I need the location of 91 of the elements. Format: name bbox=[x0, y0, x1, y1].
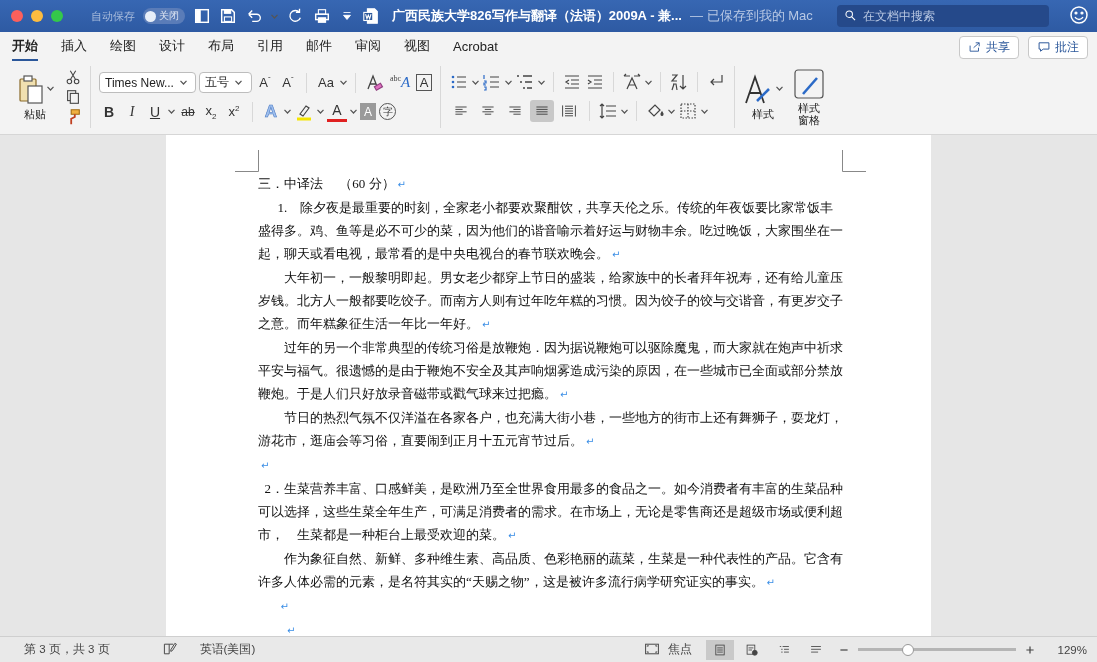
autosave-toggle[interactable]: 关闭 bbox=[143, 8, 185, 24]
search-icon[interactable] bbox=[844, 9, 857, 22]
zoom-percent[interactable]: 129% bbox=[1057, 643, 1087, 656]
paste-icon[interactable] bbox=[16, 72, 44, 105]
ribbon-tab[interactable]: 绘图 bbox=[110, 33, 136, 61]
focus-label[interactable]: 焦点 bbox=[667, 642, 692, 657]
change-case-button[interactable]: Aa bbox=[315, 72, 337, 93]
zoom-window-button[interactable] bbox=[51, 10, 63, 22]
paragraph: 过年的另一个非常典型的传统习俗是放鞭炮．因为据说鞭炮可以驱除魔鬼，而大家就在炮声中祈求平安与福气。很遗憾的是由于鞭炮不安全及其声响烟雾造成污染的原因，在一些城市已全面或部分禁放鞭炮。于是人们只好放录音磁带或戳气球来过把瘾。 ↵ bbox=[258, 339, 843, 403]
share-icon bbox=[968, 40, 982, 54]
caret-icon[interactable] bbox=[668, 108, 676, 114]
subscript-button[interactable]: x$_{2}$ bbox=[201, 101, 221, 122]
smiley-icon[interactable] bbox=[1069, 4, 1089, 25]
strikethrough-button[interactable]: ab bbox=[178, 101, 198, 122]
proofing-icon[interactable] bbox=[161, 640, 178, 657]
distributed-icon bbox=[561, 103, 578, 119]
caret-icon[interactable] bbox=[179, 80, 187, 85]
caret-icon[interactable] bbox=[505, 79, 513, 85]
font-color-button[interactable]: A bbox=[327, 101, 347, 122]
document-icon bbox=[362, 7, 380, 25]
save-status: — 已保存到我的 Mac bbox=[689, 7, 813, 25]
superscript-button[interactable]: x$^{2}$ bbox=[224, 101, 244, 122]
view-button[interactable] bbox=[705, 639, 734, 660]
ribbon-tab[interactable]: 邮件 bbox=[306, 33, 332, 61]
zoom-in-icon[interactable] bbox=[1023, 643, 1036, 656]
caret-icon[interactable] bbox=[47, 86, 54, 91]
italic-button[interactable]: I bbox=[122, 101, 142, 122]
search-field[interactable]: 在文档中搜索 bbox=[837, 5, 1049, 27]
font-name-dropdown[interactable]: Times New... bbox=[99, 72, 196, 93]
text-direction-icon[interactable] bbox=[622, 72, 643, 92]
language-indicator[interactable]: 英语(美国) bbox=[199, 642, 256, 657]
page-count[interactable]: 第 3 页，共 3 页 bbox=[24, 642, 110, 657]
autosave-label: 自动保存 bbox=[91, 8, 135, 24]
share-button[interactable]: 共享 bbox=[959, 35, 1019, 59]
caret-icon[interactable] bbox=[472, 79, 480, 85]
redo-icon[interactable] bbox=[286, 7, 304, 25]
caret-icon[interactable] bbox=[235, 80, 242, 85]
paragraph: 节日的热烈气氛不仅洋溢在各家各户，也充满大街小巷，一些地方的街市上还有舞狮子，耍龙灯，游花市，逛庙会等习俗，直要闹到正月十五元宵节过后。 ↵ bbox=[258, 409, 843, 450]
styles-label: 样式 bbox=[752, 106, 775, 122]
caret-icon[interactable] bbox=[168, 109, 175, 114]
ribbon-tab[interactable]: 布局 bbox=[208, 33, 234, 61]
zoom-slider-thumb[interactable] bbox=[902, 643, 915, 656]
underline-button[interactable]: U bbox=[145, 101, 165, 122]
ribbon-tab[interactable]: 引用 bbox=[257, 33, 283, 61]
comments-button[interactable]: 批注 bbox=[1028, 35, 1088, 59]
caret-icon[interactable] bbox=[350, 109, 357, 114]
paragraph: 大年初一，一般黎明即起。男女老少都穿上节日的盛装，给家族中的长者拜年祝寿，还有给儿童压岁钱。北方人一般都要吃饺子。而南方人则有过年吃年糕的习惯。因为饺子的饺与交谐音，有更岁交子之意。而年糕象征生活一年比一年好。 ↵ bbox=[258, 269, 843, 333]
document-title: 广西民族大学826写作与翻译（法语）2009A - 兼... bbox=[392, 7, 682, 25]
font-size-dropdown[interactable]: 五号 bbox=[199, 72, 252, 93]
save-icon[interactable] bbox=[219, 7, 237, 25]
ribbon-tab[interactable]: Acrobat bbox=[453, 34, 498, 60]
styles-pane-icon[interactable] bbox=[793, 68, 826, 100]
undo-icon[interactable] bbox=[245, 7, 263, 25]
comment-icon bbox=[1037, 40, 1051, 54]
paragraph: 三．中译法 （60 分） ↵ bbox=[258, 175, 407, 193]
paragraph: 1. 除夕夜是最重要的时刻，全家老小都要欢聚酣饮，共享天伦之乐。传统的年夜饭要比家常饭丰盛得多。鸡、鱼等是必不可少的菜，因为他们的谐音喻示着好运与财物丰余。吃过晚饭，大家围坐在一起，聊天或看电视，最常看的是中央电视台的春节联欢晚会。 ↵ bbox=[258, 199, 843, 263]
bold-button[interactable]: B bbox=[99, 101, 119, 122]
print-icon[interactable] bbox=[312, 7, 332, 25]
justify-button[interactable] bbox=[530, 100, 555, 122]
copy-icon[interactable] bbox=[64, 88, 82, 106]
paragraph: 2．生菜营养丰富、口感鲜美，是欧洲乃至全世界食用最多的食品之一。如今消费者有丰富的生菜品种可以选择，这些生菜全年生产，可满足消费者的需求。在市场上，无论是零售商还是超级市场或便利超市， 生菜都是一种柜台上最受欢迎的菜。 ↵ bbox=[258, 480, 843, 544]
paragraph: 作为象征自然、新鲜、多种维生素、高品质、色彩艳丽的蔬菜，生菜是一种代表性的产品。它含有许多人体必需的元素，是名符其实的“天赐之物”，这是被许多流行病学研究证实的事实。 ↵ bbox=[258, 550, 843, 591]
character-border-button[interactable]: A bbox=[416, 74, 433, 91]
caret-icon[interactable] bbox=[645, 79, 653, 85]
phonetic-guide-button[interactable]: $^{abc}$A bbox=[386, 72, 414, 93]
minimize-window-button[interactable] bbox=[31, 10, 43, 22]
borders-icon[interactable] bbox=[678, 101, 699, 121]
shrink-font-button[interactable]: A$^{ˇ}$ bbox=[278, 72, 298, 93]
caret-icon[interactable] bbox=[538, 79, 546, 85]
web-layout-icon bbox=[743, 642, 760, 657]
caret-icon[interactable] bbox=[317, 109, 324, 114]
grow-font-button[interactable]: A$^{ˆ}$ bbox=[255, 72, 275, 93]
ribbon-tab[interactable]: 审阅 bbox=[355, 33, 381, 61]
crop-mark-icon bbox=[235, 150, 259, 172]
sidebar-icon[interactable] bbox=[193, 7, 211, 25]
caret-icon[interactable] bbox=[284, 109, 291, 114]
caret-icon[interactable] bbox=[776, 86, 784, 91]
paragraph-mark: ↵ bbox=[280, 601, 289, 612]
caret-icon[interactable] bbox=[701, 108, 709, 114]
paragraph-mark: ↵ bbox=[261, 460, 270, 471]
crop-mark-icon bbox=[842, 150, 866, 172]
ribbon-tab[interactable]: 设计 bbox=[159, 33, 185, 61]
line-spacing-icon[interactable] bbox=[598, 101, 619, 121]
caret-icon[interactable] bbox=[339, 80, 347, 85]
cut-icon[interactable] bbox=[64, 68, 82, 86]
paste-label: 粘贴 bbox=[24, 106, 46, 122]
ribbon-tab[interactable]: 视图 bbox=[404, 33, 430, 61]
ribbon-tab[interactable]: 插入 bbox=[61, 33, 87, 61]
paragraph-mark: ↵ bbox=[287, 625, 296, 636]
caret-icon[interactable] bbox=[621, 108, 629, 114]
styles-pane-label: 样式窗格 bbox=[797, 102, 822, 126]
